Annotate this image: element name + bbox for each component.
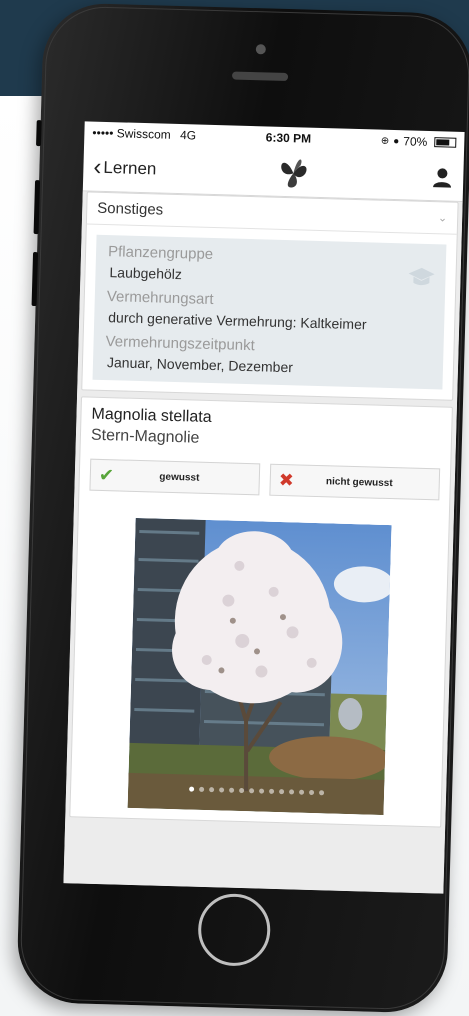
gallery-dot[interactable]: [218, 787, 224, 793]
plant-logo-icon: [281, 159, 307, 187]
phone-device: ••••• Swisscom 4G 6:30 PM ⊕ ● 70% ‹ Lern…: [16, 2, 469, 1014]
clock: 6:30 PM: [265, 130, 312, 146]
magnolia-photo-image: [127, 517, 392, 815]
carrier-label: ••••• Swisscom 4G: [92, 126, 196, 143]
gallery-dot[interactable]: [268, 788, 274, 794]
gallery-dot[interactable]: [238, 787, 244, 794]
field-value-propagation-time: Januar, November, Dezember: [106, 354, 294, 376]
carrier-name: ••••• Swisscom: [92, 125, 171, 142]
gallery-dot[interactable]: [258, 788, 264, 794]
back-button[interactable]: ‹ Lernen: [93, 153, 157, 183]
chevron-left-icon: ‹: [93, 153, 102, 181]
plant-info-panel: Pflanzengruppe Laubgehölz Vermehrungsart…: [92, 234, 447, 390]
battery-percent: 70%: [403, 134, 428, 149]
battery-fill: [436, 139, 450, 146]
status-right: ⊕ ● 70%: [381, 134, 457, 150]
category-selected: Sonstiges: [97, 199, 164, 219]
gallery-dot[interactable]: [228, 787, 234, 793]
volume-up-button: [33, 180, 41, 235]
alarm-icon: ●: [393, 135, 400, 147]
gallery-dot[interactable]: [248, 788, 254, 794]
plant-photo[interactable]: [127, 517, 392, 815]
chevron-down-icon: ⌄: [437, 212, 448, 225]
cross-icon: ✖: [278, 469, 295, 490]
volume-down-button: [31, 251, 39, 307]
gallery-dot[interactable]: [288, 789, 294, 795]
battery-icon: [434, 137, 457, 148]
gallery-dot[interactable]: [278, 789, 284, 795]
checkmark-icon: ✔: [98, 464, 115, 485]
answer-buttons: ✔ gewusst ✖ nicht gewusst: [89, 458, 441, 501]
gallery-dot[interactable]: [208, 787, 214, 793]
known-label: gewusst: [159, 471, 200, 484]
not-known-label: nicht gewusst: [325, 475, 393, 489]
main-content: Sonstiges ⌄ Pflanzengruppe Laubgehölz Ve…: [63, 191, 463, 894]
lock-rotation-icon: ⊕: [380, 135, 390, 147]
gallery-dot[interactable]: [308, 789, 314, 796]
back-label: Lernen: [103, 157, 157, 178]
mute-switch: [36, 120, 42, 147]
plant-card: Magnolia stellata Stern-Magnolie ✔ gewus…: [69, 396, 453, 828]
not-known-button[interactable]: ✖ nicht gewusst: [269, 463, 441, 501]
gallery-dot[interactable]: [298, 789, 304, 795]
gallery-dot[interactable]: [198, 786, 204, 792]
gallery-dot[interactable]: [188, 786, 194, 792]
known-button[interactable]: ✔ gewusst: [89, 458, 261, 496]
info-card: Sonstiges ⌄ Pflanzengruppe Laubgehölz Ve…: [81, 191, 459, 401]
app-screen: ••••• Swisscom 4G 6:30 PM ⊕ ● 70% ‹ Lern…: [63, 121, 465, 894]
gallery-dot[interactable]: [318, 790, 324, 796]
field-value-propagation-type: durch generative Vermehrung: Kaltkeimer: [108, 309, 367, 333]
network-type: 4G: [179, 128, 197, 143]
field-value-plant-group: Laubgehölz: [109, 264, 183, 283]
user-icon[interactable]: [431, 166, 454, 189]
graduation-cap-icon: [408, 267, 435, 286]
earpiece-speaker: [231, 71, 289, 82]
